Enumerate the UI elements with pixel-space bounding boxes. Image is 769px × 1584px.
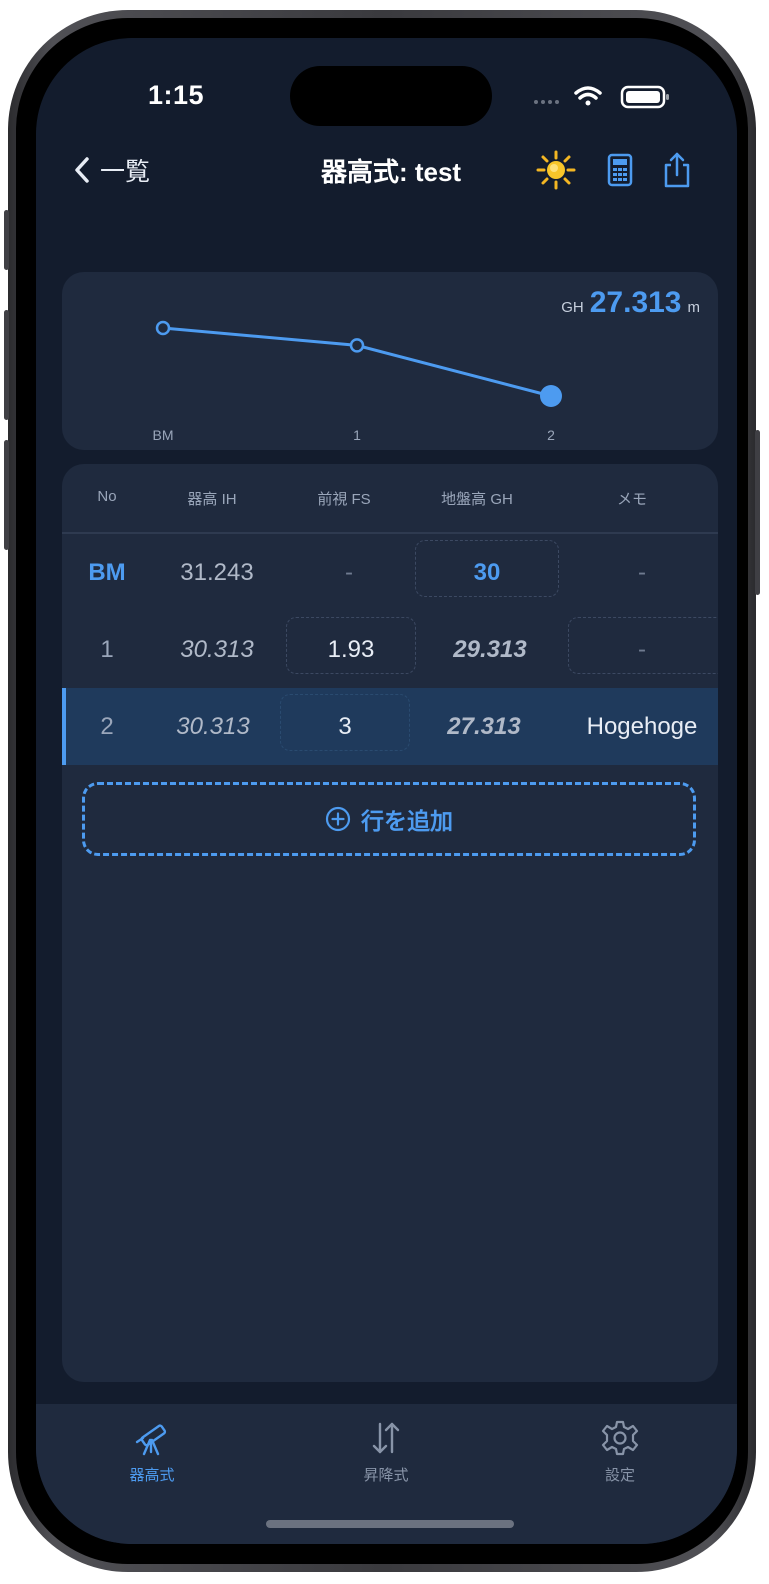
- cell-no: BM: [88, 558, 126, 586]
- cell-no: 2: [100, 712, 114, 740]
- volume-up-button: [4, 310, 9, 420]
- table-row[interactable]: BM 31.243 - 30 -: [62, 534, 718, 611]
- tab-settings[interactable]: 設定: [560, 1418, 680, 1485]
- gh-readout-value: 27.313: [589, 286, 682, 319]
- profile-chart: GH 27.313 m BM 1 2: [62, 272, 718, 450]
- chevron-left-icon: [75, 157, 89, 183]
- survey-table: No 器高 IH 前視 FS 地盤高 GH メモ BM 31.243 - 30 …: [62, 464, 718, 1382]
- calculator-icon[interactable]: [604, 150, 636, 190]
- table-row[interactable]: 1 30.313 1.93 29.313 -: [62, 611, 718, 688]
- home-indicator: [266, 1520, 514, 1528]
- status-time: 1:15: [148, 80, 205, 110]
- gh-readout-unit: m: [687, 299, 701, 316]
- cell-gh: 27.313: [447, 712, 521, 740]
- dynamic-island: [290, 66, 492, 126]
- gh-readout-label: GH: [561, 299, 584, 316]
- cell-ih: 30.313: [180, 635, 254, 663]
- phone-frame: 1:15 一覧 器高式: test GH 27.313 m BM 1 2 No …: [4, 10, 760, 1572]
- gear-icon: [601, 1420, 639, 1456]
- header-ih: 器高 IH: [187, 491, 237, 508]
- cell-no: 1: [100, 635, 114, 663]
- x-tick-label: 2: [547, 427, 555, 443]
- screen: 1:15 一覧 器高式: test GH 27.313 m BM 1 2 No …: [36, 38, 737, 1544]
- up-down-arrows-icon: [372, 1422, 400, 1454]
- plus-circle-icon: [325, 806, 351, 832]
- sun-icon[interactable]: [536, 150, 576, 190]
- table-header: No 器高 IH 前視 FS 地盤高 GH メモ: [62, 464, 718, 534]
- wifi-icon: [574, 86, 602, 106]
- header-fs: 前視 FS: [317, 491, 371, 508]
- header-gh: 地盤高 GH: [441, 491, 513, 508]
- cell-fs: -: [345, 558, 353, 586]
- header-memo: メモ: [616, 491, 647, 508]
- x-tick-label: BM: [153, 427, 174, 443]
- gh-readout: GH 27.313 m: [561, 286, 700, 320]
- back-button[interactable]: 一覧: [72, 150, 150, 190]
- page-title: 器高式: test: [320, 157, 462, 187]
- cell-ih: 31.243: [180, 558, 254, 586]
- header-no: No: [97, 488, 117, 505]
- data-point: [155, 320, 171, 336]
- tab-kikoushiki[interactable]: 器高式: [92, 1418, 212, 1485]
- cellular-signal-icon: [534, 100, 559, 104]
- action-button: [4, 210, 9, 270]
- cell-memo: -: [638, 635, 646, 663]
- table-row-selected[interactable]: 2 30.313 3 27.313 Hogehoge: [62, 688, 718, 765]
- tab-shoukoushiki[interactable]: 昇降式: [326, 1418, 446, 1485]
- tab-label: 設定: [604, 1467, 635, 1484]
- telescope-icon: [135, 1424, 167, 1456]
- status-icons: [532, 82, 682, 112]
- power-button: [755, 430, 760, 595]
- battery-icon: [620, 85, 669, 109]
- data-point-highlighted: [540, 385, 562, 407]
- x-tick-label: 1: [353, 427, 361, 443]
- cell-gh: 30: [473, 558, 501, 586]
- cell-ih: 30.313: [176, 712, 250, 740]
- tab-label: 昇降式: [363, 1467, 409, 1484]
- cell-gh: 29.313: [453, 635, 527, 663]
- cell-fs: 3: [338, 712, 352, 740]
- tab-label: 器高式: [129, 1467, 175, 1484]
- volume-down-button: [4, 440, 9, 550]
- share-icon[interactable]: [660, 150, 694, 190]
- back-label: 一覧: [100, 158, 151, 186]
- cell-fs: 1.93: [327, 635, 375, 663]
- data-point: [349, 338, 365, 353]
- cell-memo[interactable]: Hogehoge: [572, 688, 712, 765]
- add-row-label: 行を追加: [361, 808, 453, 834]
- cell-memo: -: [638, 558, 646, 586]
- selection-indicator: [62, 688, 66, 765]
- add-row-button[interactable]: 行を追加: [82, 782, 696, 856]
